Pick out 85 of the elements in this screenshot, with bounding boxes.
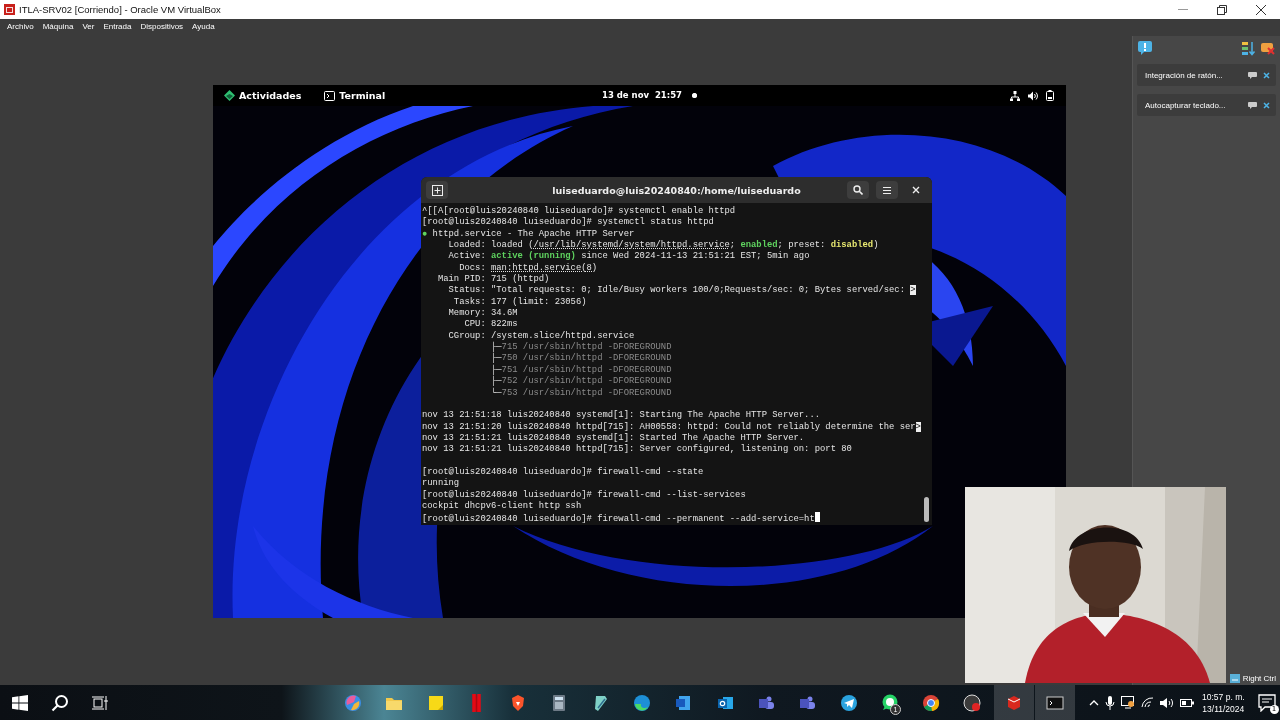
- taskbar-date[interactable]: 13/11/2024: [1202, 703, 1245, 714]
- battery-icon[interactable]: [1180, 698, 1195, 707]
- window-title: ITLA-SRV02 [Corriendo] - Oracle VM VirtualBox: [19, 4, 221, 15]
- status-dot-icon: [692, 93, 697, 98]
- terminal-line: Main PID: 715 (httpd): [436, 274, 550, 285]
- terminal-line: [root@luis20240840 luiseduardo]# systemctl status httpd: [422, 217, 714, 229]
- menu-item[interactable]: Ver: [82, 21, 95, 31]
- menu-item[interactable]: Entrada: [103, 21, 132, 31]
- diamond-icon: [224, 90, 235, 101]
- task-view-icon: [92, 695, 108, 710]
- terminal-line: CGroup: /system.slice/httpd.service: [447, 330, 635, 341]
- minimize-icon: [1177, 9, 1188, 10]
- terminal-line: nov 13 21:51:18 luis20240840 systemd[1]: Starting The Apache HTTP Server...: [422, 410, 821, 422]
- terminal-line: Status: "Total requests: 0; Idle/Busy workers 100/0;Requests/sec: 0; Bytes served/sec: >: [447, 285, 916, 297]
- scrollbar[interactable]: [924, 497, 929, 522]
- app-logo-icon: [4, 4, 15, 15]
- search-button[interactable]: [847, 181, 869, 199]
- close-icon: [1255, 4, 1266, 15]
- wave-icon: [632, 692, 653, 713]
- message-icon[interactable]: [1137, 40, 1153, 56]
- terminal-line: cockpit dhcpv6-client http ssh: [422, 500, 582, 513]
- terminal-line: nov 13 21:51:20 luis20240840 httpd[715]: AH00558: httpd: Could not reliably determine the ser>: [422, 421, 921, 433]
- terminal-line: Tasks: 177 (limit: 23056): [452, 296, 587, 309]
- new-tab-button[interactable]: [426, 181, 448, 199]
- terminal-line: ├─752 /usr/sbin/httpd -DFOREGROUND: [490, 376, 672, 387]
- taskbar-time[interactable]: 10:57 p. m.: [1202, 691, 1245, 702]
- terminal-line: ├─751 /usr/sbin/httpd -DFOREGROUND: [490, 364, 672, 376]
- menu-item[interactable]: Dispositivos: [140, 21, 184, 31]
- menu-item[interactable]: Ayuda: [192, 21, 215, 31]
- terminal-line: Memory: 34.6M: [447, 308, 518, 320]
- terminal-line: └─753 /usr/sbin/httpd -DFOREGROUND: [490, 387, 672, 399]
- pin-icon[interactable]: [1248, 101, 1257, 109]
- windows-icon: [12, 694, 28, 711]
- terminal-line: nov 13 21:51:21 luis20240840 systemd[1]: Started The Apache HTTP Server.: [422, 432, 805, 444]
- search-icon: [853, 185, 863, 195]
- notification-text: Autocapturar teclado...: [1145, 100, 1226, 110]
- sort-icon[interactable]: [1242, 40, 1256, 56]
- terminal-line: Active: active (running) since Wed 2024-11-13 21:51:21 EST; 5min ago: [447, 251, 810, 263]
- terminal-line: ^[[A[root@luis20240840 luiseduardo]# systemctl enable httpd: [422, 206, 736, 217]
- ribbon-icon: [472, 693, 482, 712]
- notification-card[interactable]: Autocapturar teclado...: [1137, 94, 1276, 116]
- volume-icon[interactable]: [1160, 696, 1175, 709]
- dismiss-all-icon[interactable]: [1260, 40, 1276, 56]
- app-menu-button[interactable]: Terminal: [324, 90, 386, 101]
- paper-plane-icon: [838, 692, 859, 713]
- terminal-line: CPU: 822ms: [463, 319, 518, 331]
- terminal-line: running: [422, 478, 460, 490]
- pin-icon[interactable]: [1248, 71, 1257, 79]
- record-icon: [962, 692, 983, 713]
- menu-item[interactable]: Archivo: [7, 21, 34, 31]
- terminal-line: [root@luis20240840 luiseduardo]# firewall-cmd --permanent --add-service=ht: [422, 512, 820, 524]
- host-key-label: Right Ctrl: [1242, 674, 1276, 683]
- menu-item[interactable]: Máquina: [42, 21, 74, 31]
- terminal-line: Docs: man:httpd.service(8): [458, 262, 598, 274]
- notification-card[interactable]: Integración de ratón...: [1137, 64, 1276, 86]
- close-icon[interactable]: [1263, 101, 1270, 109]
- clock[interactable]: 13 de nov 21:57: [602, 90, 682, 100]
- activities-button[interactable]: Actividades: [224, 90, 302, 101]
- terminal-line: nov 13 21:51:21 luis20240840 httpd[715]: Server configured, listening on: port 80: [422, 444, 852, 456]
- terminal-line: [root@luis20240840 luiseduardo]# firewall-cmd --state: [422, 466, 704, 478]
- wifi-icon[interactable]: [1141, 697, 1155, 708]
- terminal-icon: [324, 90, 336, 101]
- close-icon[interactable]: [1263, 71, 1270, 79]
- display-icon[interactable]: [1121, 696, 1136, 709]
- swirl-icon: [343, 692, 363, 713]
- menu-icon: [882, 185, 892, 195]
- terminal-line: Loaded: loaded (/usr/lib/systemd/system/httpd.service; enabled; preset: disabled): [447, 240, 879, 251]
- chevron-up-icon[interactable]: [1089, 699, 1100, 706]
- add-icon: [431, 184, 443, 196]
- notification-text: Integración de ratón...: [1145, 70, 1223, 80]
- search-icon: [51, 693, 69, 712]
- microphone-icon[interactable]: [1105, 695, 1116, 710]
- network-icon[interactable]: [1010, 90, 1020, 101]
- battery-icon[interactable]: [1046, 90, 1054, 101]
- notification-icon: [1257, 693, 1276, 712]
- terminal-line: ● httpd.service - The Apache HTTP Server: [422, 228, 635, 240]
- terminal-line: [root@luis20240840 luiseduardo]# firewall-cmd --list-services: [422, 489, 746, 501]
- close-icon: [912, 186, 920, 194]
- menu-button[interactable]: [876, 181, 898, 199]
- browser-icon: [921, 692, 942, 713]
- terminal-line: ├─715 /usr/sbin/httpd -DFOREGROUND: [490, 342, 672, 353]
- volume-icon[interactable]: [1028, 90, 1038, 101]
- restore-icon: [1216, 4, 1227, 15]
- terminal-line: ├─750 /usr/sbin/httpd -DFOREGROUND: [490, 353, 672, 365]
- terminal-title: luiseduardo@luis20240840:/home/luiseduardo: [552, 184, 801, 196]
